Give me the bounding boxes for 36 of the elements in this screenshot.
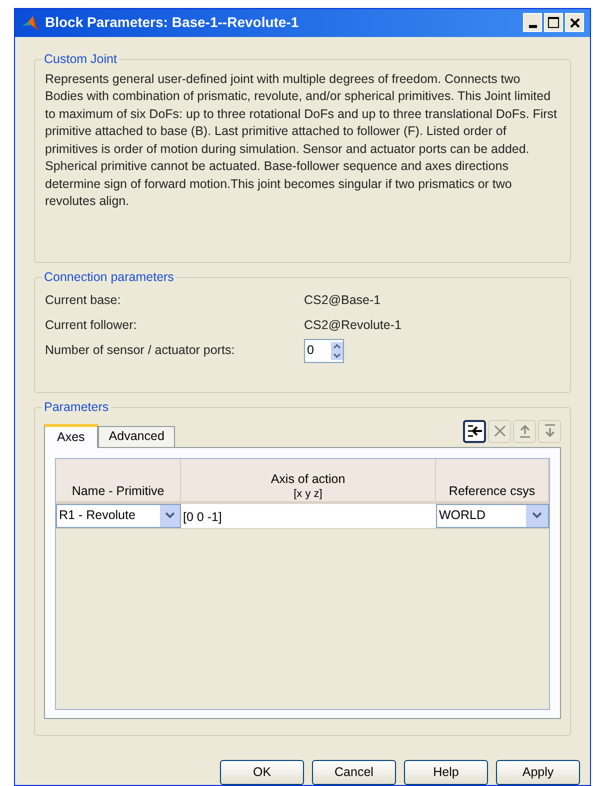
chevron-down-icon <box>165 512 175 519</box>
field-label: Current follower: <box>45 317 138 334</box>
maximize-button[interactable] <box>544 13 563 32</box>
field-label: Number of sensor / actuator ports: <box>45 342 236 360</box>
close-button[interactable] <box>565 13 584 32</box>
table-cell[interactable]: [0 0 -1] <box>181 504 436 528</box>
header-text: Name - Primitive <box>72 482 164 500</box>
field-value: CS2@Base-1 <box>304 292 381 310</box>
delete-icon <box>492 424 506 438</box>
dropdown[interactable]: WORLD <box>436 504 549 528</box>
chevron-down-icon <box>532 512 542 519</box>
minimize-button[interactable] <box>523 13 542 32</box>
dialog-button[interactable]: Help <box>404 760 488 785</box>
maximize-icon <box>548 17 559 28</box>
move-up-icon <box>518 424 530 438</box>
dialog-button[interactable]: Cancel <box>312 760 396 785</box>
header-text: Axis of action <box>270 470 346 488</box>
minimize-icon <box>528 25 536 28</box>
field-value: CS2@Revolute-1 <box>304 317 402 334</box>
tab[interactable]: Advanced <box>98 426 176 446</box>
app-logo-icon <box>21 14 39 31</box>
insert-row-icon <box>466 424 482 438</box>
dropdown[interactable]: R1 - Revolute <box>56 504 181 528</box>
description-text: Represents general user-defined joint with multiple degrees of freedom. Connects two Bodies with combination of prismatic, revolute, and/or spherical primitives. This Joint limited to maximum of six DoFs: up to three rotational DoFs and up to three translational DoFs. First primitive attached to base (B). Last primitive attached to follower (F). Listed order of primitives is order of motion during simulation. Sensor and actuator ports can be added. Spherical primitive cannot be actuated. Base-follower sequence and axes directions determine sign of forward motion.This joint becomes singular if two prismatics or two revolutes align. <box>45 70 558 210</box>
toolbar-button[interactable] <box>463 420 486 442</box>
number-spinner[interactable]: 0 <box>304 338 344 363</box>
move-down-icon <box>544 424 556 438</box>
tab[interactable]: Axes <box>44 424 98 448</box>
header-text: [x y z] <box>294 488 322 500</box>
dialog-button[interactable]: OK <box>220 760 304 785</box>
close-icon <box>570 18 580 28</box>
header-text: Reference csys <box>448 482 536 500</box>
window-title: Block Parameters: Base-1--Revolute-1 <box>45 13 300 32</box>
dialog-button[interactable]: Apply <box>496 760 580 785</box>
spin-up-icon <box>331 342 343 351</box>
field-label: Current base: <box>45 292 122 310</box>
